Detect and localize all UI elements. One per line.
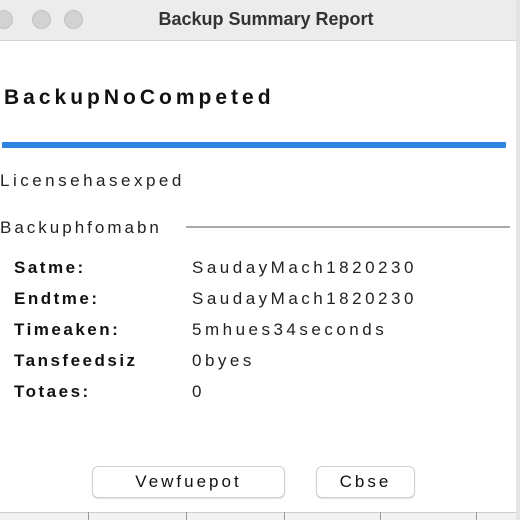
- total-files-value: 0: [192, 382, 205, 401]
- window-edge: [516, 0, 520, 520]
- info-row-time-taken: Timeaken: 5mhues34seconds: [14, 320, 514, 344]
- end-time-label: Endtme:: [14, 289, 100, 308]
- bottom-tick: [88, 512, 89, 520]
- time-taken-label: Timeaken:: [14, 320, 121, 339]
- start-time-value: SaudayMach1820230: [192, 258, 417, 277]
- bottom-tick: [476, 512, 477, 520]
- backup-progress-bar: [2, 142, 506, 148]
- start-time-label: Satme:: [14, 258, 86, 277]
- info-row-transferred-size: Tansfeedsiz 0byes: [14, 351, 514, 375]
- transferred-size-label: Tansfeedsiz: [14, 351, 138, 370]
- bottom-tick: [186, 512, 187, 520]
- time-taken-value: 5mhues34seconds: [192, 320, 388, 339]
- window-title: Backup Summary Report: [158, 9, 374, 29]
- bottom-strip: [0, 512, 520, 520]
- view-full-report-button[interactable]: Vewfuepot: [92, 466, 285, 498]
- license-message: Licensehasexped: [0, 171, 185, 190]
- title-bar: Backup Summary Report: [0, 0, 520, 41]
- backup-summary-window: Backup Summary Report BackupNoCompeted L…: [0, 0, 520, 520]
- total-files-label: Totaes:: [14, 382, 91, 401]
- info-row-total-files: Totaes: 0: [14, 382, 514, 406]
- info-row-start-time: Satme: SaudayMach1820230: [14, 258, 514, 282]
- backup-information-title: Backuphfomabn: [0, 218, 162, 237]
- info-row-end-time: Endtme: SaudayMach1820230: [14, 289, 514, 313]
- bottom-tick: [284, 512, 285, 520]
- close-button[interactable]: Cbse: [316, 466, 415, 498]
- transferred-size-value: 0byes: [192, 351, 255, 370]
- section-divider: [186, 226, 510, 228]
- end-time-value: SaudayMach1820230: [192, 289, 417, 308]
- backup-status-heading: BackupNoCompeted: [4, 86, 275, 109]
- bottom-tick: [380, 512, 381, 520]
